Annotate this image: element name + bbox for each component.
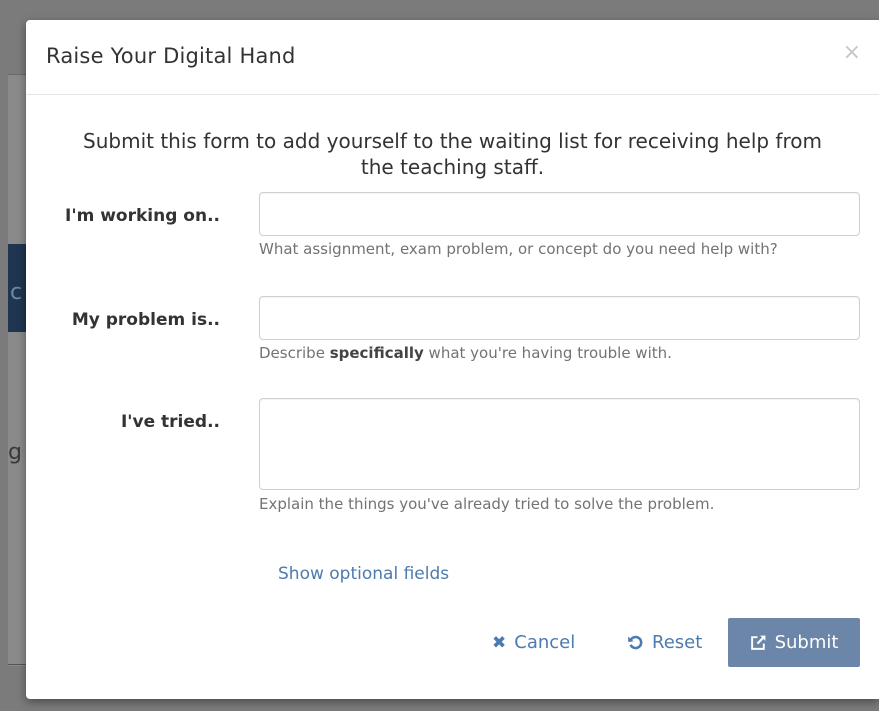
modal-title: Raise Your Digital Hand [46,44,296,68]
tried-label: I've tried.. [120,412,220,432]
working-on-input[interactable] [259,192,860,236]
intro-text: Submit this form to add yourself to the … [26,128,879,180]
close-icon[interactable]: × [843,40,861,65]
reset-button[interactable]: Reset [627,618,702,667]
background-divider [8,74,28,75]
close-icon: ✖ [492,633,507,653]
problem-input[interactable] [259,296,860,340]
tried-textarea[interactable] [259,398,860,490]
tried-help: Explain the things you've already tried … [259,495,715,513]
background-divider [8,664,28,665]
submit-button[interactable]: Submit [728,618,860,667]
reset-label: Reset [652,632,703,653]
background-text: c [10,280,23,305]
problem-help-text: what you're having trouble with. [423,344,672,362]
submit-label: Submit [774,632,839,653]
background-page [8,74,28,666]
problem-label: My problem is.. [71,310,220,330]
problem-help-text: Describe [259,344,330,362]
cancel-label: Cancel [514,632,576,653]
cancel-button[interactable]: ✖ Cancel [492,618,575,667]
raise-hand-modal: Raise Your Digital Hand × Submit this fo… [26,20,879,699]
undo-icon [628,635,643,650]
background-text: g [8,440,22,465]
external-link-icon [750,635,766,650]
problem-help-emphasis: specifically [329,344,424,362]
working-on-help: What assignment, exam problem, or concep… [259,240,778,258]
intro-line: Submit this form to add yourself to the … [83,129,822,153]
problem-help: Describe specifically what you're having… [259,344,672,362]
modal-header: Raise Your Digital Hand × [26,20,879,95]
intro-line: the teaching staff. [360,155,545,179]
show-optional-fields-link[interactable]: Show optional fields [278,564,449,584]
working-on-label: I'm working on.. [65,206,220,226]
